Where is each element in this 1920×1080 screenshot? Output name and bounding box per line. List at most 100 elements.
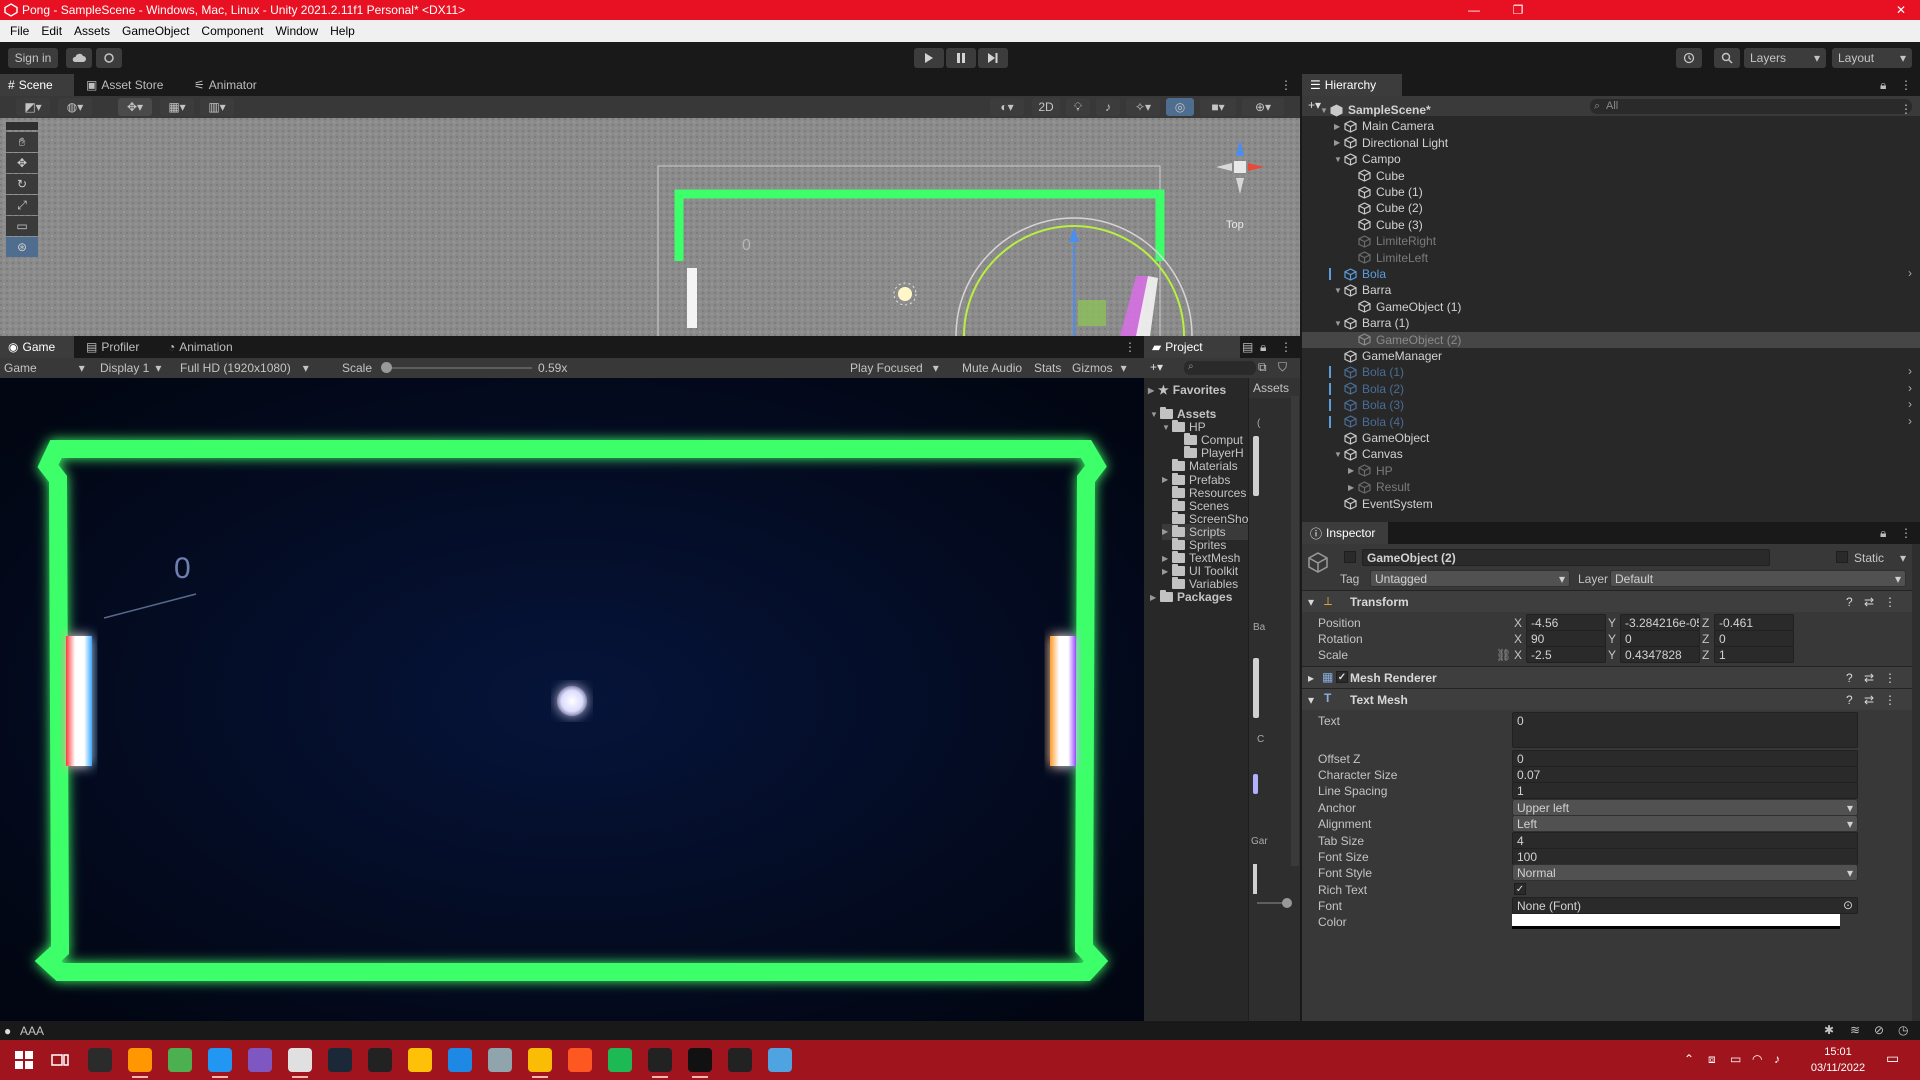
- assets-scrollbar[interactable]: [1291, 396, 1299, 866]
- chevron-right-icon[interactable]: ›: [1908, 381, 1912, 395]
- hierarchy-item[interactable]: Cube (3): [1302, 217, 1920, 233]
- axis-x-label[interactable]: X: [1514, 648, 1522, 662]
- help-icon[interactable]: ?: [1846, 671, 1853, 685]
- panel-menu-icon[interactable]: ⋮: [1896, 74, 1916, 96]
- menu-help[interactable]: Help: [324, 24, 361, 38]
- enum-dropdown[interactable]: Normal ▾: [1512, 864, 1858, 881]
- chevron-down-icon[interactable]: ▼: [1334, 155, 1344, 164]
- layers-stack-icon[interactable]: ≋: [1850, 1023, 1860, 1037]
- scene-menu-icon[interactable]: ⋮: [1900, 102, 1912, 116]
- number-field[interactable]: 4: [1512, 832, 1858, 849]
- axis-z-label[interactable]: Z: [1702, 632, 1709, 646]
- axis-x-label[interactable]: X: [1514, 616, 1522, 630]
- increment-snap-icon[interactable]: ▥▾: [200, 98, 234, 116]
- number-field[interactable]: 1: [1512, 782, 1858, 799]
- hierarchy-item[interactable]: ▶ Directional Light: [1302, 135, 1920, 151]
- asset-thumb-bar[interactable]: [1253, 774, 1258, 794]
- search-icon[interactable]: [1714, 48, 1740, 68]
- filter-type-icon[interactable]: ⧉: [1258, 360, 1267, 375]
- object-picker-icon[interactable]: ⊙: [1843, 898, 1853, 912]
- hierarchy-item[interactable]: Cube: [1302, 168, 1920, 184]
- number-field[interactable]: 0: [1512, 750, 1858, 767]
- asset-thumb-bar[interactable]: [1253, 436, 1259, 496]
- layer-dropdown[interactable]: Default ▾: [1610, 570, 1906, 587]
- cloud-sync-icon[interactable]: ⧈: [1708, 1052, 1716, 1067]
- hierarchy-item[interactable]: LimiteRight: [1302, 233, 1920, 249]
- unity-editor-icon[interactable]: [688, 1048, 712, 1078]
- panel-menu-icon[interactable]: ⋮: [1272, 74, 1300, 96]
- rotation-x-field[interactable]: 90: [1526, 630, 1606, 647]
- chevron-right-icon[interactable]: ›: [1908, 364, 1912, 378]
- layers-dropdown[interactable]: Layers ▾: [1744, 48, 1826, 68]
- icon-size-slider-thumb[interactable]: [1282, 898, 1292, 908]
- sign-in-button[interactable]: Sign in: [8, 48, 58, 68]
- static-checkbox[interactable]: [1836, 551, 1848, 563]
- transform-tool-icon[interactable]: ⊛: [6, 237, 38, 257]
- chevron-right-icon[interactable]: ▶: [1150, 593, 1160, 602]
- hierarchy-item[interactable]: ▼ Barra: [1302, 282, 1920, 298]
- lighting-icon[interactable]: 💡︎: [1066, 98, 1090, 116]
- tab-project[interactable]: ▰ Project: [1144, 336, 1240, 358]
- draw-mode-icon[interactable]: ◩▾: [16, 98, 50, 116]
- hand-tool-icon[interactable]: ✋︎: [6, 132, 38, 152]
- asset-thumb-bar[interactable]: [1253, 658, 1259, 718]
- axis-x-label[interactable]: X: [1514, 632, 1522, 646]
- panel-menu-icon[interactable]: ⋮: [1276, 336, 1296, 358]
- menu-gameobject[interactable]: GameObject: [116, 24, 195, 38]
- unity-hub-icon[interactable]: [288, 1048, 312, 1078]
- lock-icon[interactable]: 🔒︎: [1876, 522, 1890, 544]
- terminal-icon[interactable]: [88, 1048, 112, 1072]
- color-swatch[interactable]: [1512, 914, 1840, 929]
- link-icon[interactable]: ⛓︎: [1496, 648, 1511, 662]
- shading-icon[interactable]: ◐▾: [990, 98, 1024, 116]
- brave-icon[interactable]: [568, 1048, 592, 1072]
- hierarchy-item[interactable]: Bola (2) ›: [1302, 381, 1920, 397]
- play-focused-dropdown[interactable]: Play Focused ▾: [850, 361, 939, 375]
- status-text[interactable]: AAA: [20, 1024, 44, 1038]
- epic-games-2-icon[interactable]: [648, 1048, 672, 1078]
- gizmos-icon[interactable]: ⊕▾: [1242, 98, 1284, 116]
- position-y-field[interactable]: -3.284216e-05: [1620, 614, 1700, 631]
- sublime-icon[interactable]: [128, 1048, 152, 1078]
- windows-start-icon[interactable]: [12, 1048, 36, 1072]
- lock-icon[interactable]: 🔒︎: [1258, 336, 1268, 358]
- axis-z-label[interactable]: Z: [1702, 648, 1709, 662]
- active-checkbox[interactable]: [1344, 551, 1356, 563]
- chrome-icon[interactable]: [528, 1048, 552, 1078]
- enum-dropdown[interactable]: Left ▾: [1512, 815, 1858, 832]
- asset-label-partial[interactable]: Ba: [1253, 622, 1265, 633]
- inspector-scrollbar[interactable]: [1912, 544, 1920, 1021]
- scene-viewport[interactable]: 0 Top ✋︎ ✥ ↻ ⤢ ▭ ⊛: [0, 118, 1300, 336]
- close-button[interactable]: ✕: [1540, 0, 1920, 20]
- menu-edit[interactable]: Edit: [35, 24, 68, 38]
- project-folder-item[interactable]: ▶ Packages: [1150, 589, 1232, 605]
- chevron-down-icon[interactable]: ▼: [1162, 423, 1172, 432]
- chevron-down-icon[interactable]: ▾: [1900, 551, 1906, 565]
- cloud-icon[interactable]: [66, 48, 92, 68]
- object-name-field[interactable]: GameObject (2): [1362, 549, 1770, 566]
- chevron-down-icon[interactable]: ▼: [1320, 106, 1330, 115]
- ms-store-icon[interactable]: [448, 1048, 472, 1072]
- chevron-right-icon[interactable]: ▶: [1162, 554, 1172, 563]
- tool-palette-handle[interactable]: [6, 122, 38, 130]
- tab-game[interactable]: ◉ Game: [0, 336, 74, 358]
- chevron-right-icon[interactable]: ›: [1908, 266, 1912, 280]
- auto-refresh-icon[interactable]: ◷: [1898, 1023, 1908, 1037]
- collab-icon[interactable]: [96, 48, 122, 68]
- project-search-input[interactable]: ⌕: [1184, 361, 1256, 375]
- maximize-button[interactable]: ❐: [1496, 0, 1540, 20]
- stats-button[interactable]: Stats: [1034, 361, 1061, 375]
- bug-icon[interactable]: ✱: [1824, 1023, 1834, 1037]
- rotate-tool-icon[interactable]: ↻: [6, 174, 38, 194]
- effects-icon[interactable]: ✧▾: [1126, 98, 1160, 116]
- tab-asset-store[interactable]: ▣ Asset Store: [78, 74, 171, 96]
- wifi-icon[interactable]: ◠: [1752, 1052, 1762, 1066]
- 2d-toggle[interactable]: 2D: [1032, 98, 1060, 116]
- panel-menu-icon[interactable]: ⋮: [1896, 522, 1916, 544]
- axis-y-label[interactable]: Y: [1608, 632, 1616, 646]
- spotify-icon[interactable]: [608, 1048, 632, 1072]
- file-explorer-icon[interactable]: [408, 1048, 432, 1072]
- minimize-button[interactable]: —: [1452, 0, 1496, 20]
- preset-icon[interactable]: ⇄: [1864, 595, 1874, 609]
- hierarchy-item[interactable]: ▼ Barra (1): [1302, 315, 1920, 331]
